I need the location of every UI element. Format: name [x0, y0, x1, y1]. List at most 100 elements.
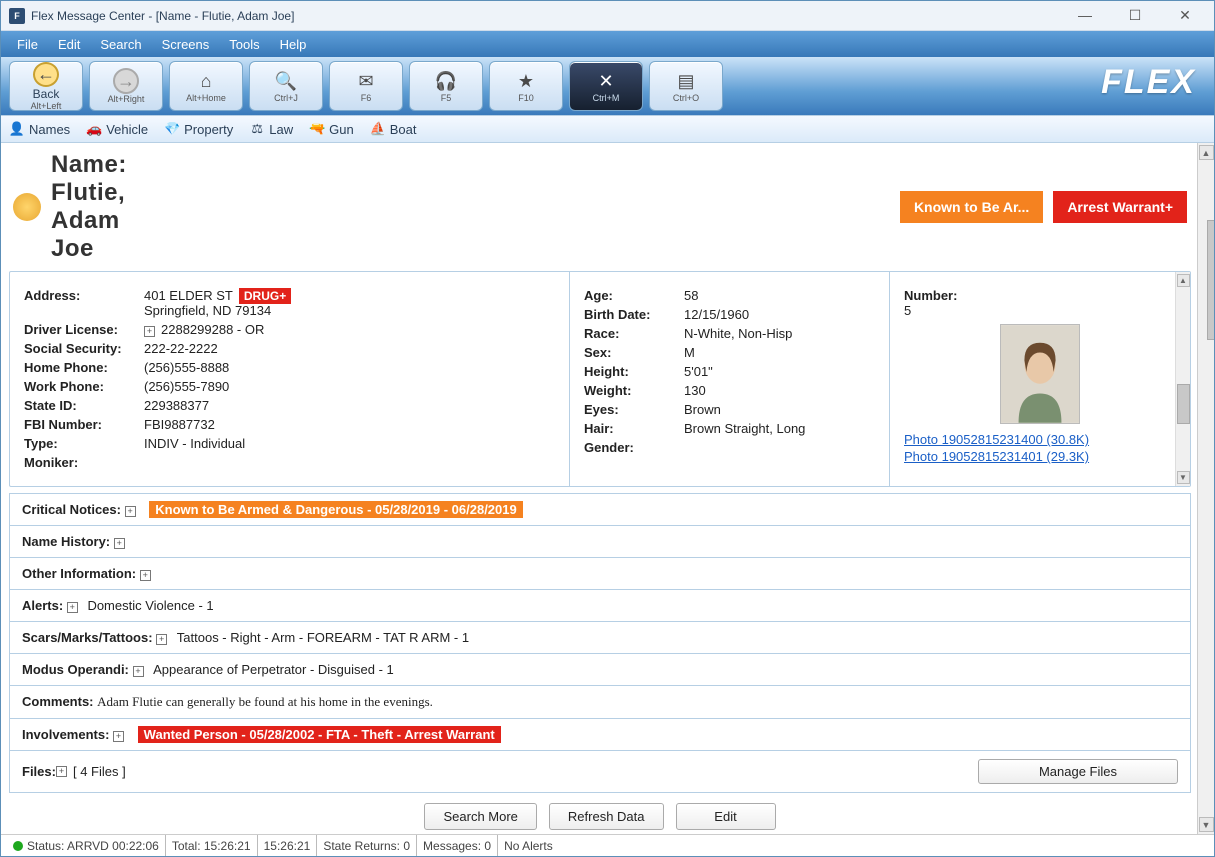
- search-more-button[interactable]: Search More: [424, 803, 536, 830]
- detail-sections: Critical Notices: + Known to Be Armed & …: [9, 493, 1191, 793]
- expand-icon[interactable]: +: [125, 506, 136, 517]
- expand-icon[interactable]: +: [114, 538, 125, 549]
- expand-icon[interactable]: +: [56, 766, 67, 777]
- toolbar-icon: →: [113, 68, 139, 94]
- content-inner: Name: Flutie, Adam Joe Known to Be Ar...…: [1, 143, 1197, 834]
- scroll-up-icon[interactable]: ▲: [1199, 145, 1214, 160]
- property-icon: 💎: [164, 121, 180, 137]
- toolbar-icon: ★: [514, 69, 538, 93]
- category-toolbar: 👤Names 🚗Vehicle 💎Property ⚖Law 🔫Gun ⛵Boat: [1, 115, 1214, 143]
- section-modus-operandi: Modus Operandi: + Appearance of Perpetra…: [9, 654, 1191, 686]
- identity-row: State ID:229388377: [24, 398, 555, 413]
- identity-row: Social Security:222-22-2222: [24, 341, 555, 356]
- toolbar-button-f6[interactable]: ✉F6: [329, 61, 403, 111]
- scroll-thumb[interactable]: [1207, 220, 1214, 340]
- toolbar-button-ctrl-j[interactable]: 🔍Ctrl+J: [249, 61, 323, 111]
- main-scrollbar[interactable]: ▲ ▼: [1197, 143, 1214, 834]
- toolbar-button-ctrl-o[interactable]: ▤Ctrl+O: [649, 61, 723, 111]
- toolbar-button-alt-right[interactable]: →Alt+Right: [89, 61, 163, 111]
- page-title: Name: Flutie, Adam Joe: [51, 151, 127, 263]
- refresh-data-button[interactable]: Refresh Data: [549, 803, 664, 830]
- scroll-thumb[interactable]: [1177, 384, 1190, 424]
- category-names[interactable]: 👤Names: [9, 121, 70, 137]
- panel-identity: Address:401 ELDER STDRUG+Springfield, ND…: [10, 272, 570, 486]
- photo-panel-scrollbar[interactable]: ▲ ▼: [1175, 272, 1190, 486]
- category-boat[interactable]: ⛵Boat: [370, 121, 417, 137]
- vehicle-icon: 🚗: [86, 121, 102, 137]
- category-law[interactable]: ⚖Law: [249, 121, 293, 137]
- photo-link-1[interactable]: Photo 19052815231400 (30.8K): [904, 432, 1176, 447]
- statusbar: Status: ARRVD 00:22:06 Total: 15:26:21 1…: [1, 834, 1214, 856]
- menu-search[interactable]: Search: [100, 37, 141, 52]
- physical-row: Eyes:Brown: [584, 402, 875, 417]
- category-property[interactable]: 💎Property: [164, 121, 233, 137]
- window-controls: — ☐ ✕: [1070, 7, 1206, 24]
- panel-photos: Number: 5 Photo 19052815231400 (30.8K) P…: [890, 272, 1190, 486]
- info-panels: Address:401 ELDER STDRUG+Springfield, ND…: [9, 271, 1191, 487]
- toolbar-icon: ⌂: [194, 69, 218, 93]
- toolbar-button-back[interactable]: ←BackAlt+Left: [9, 61, 83, 111]
- status-total: Total: 15:26:21: [166, 835, 258, 856]
- names-icon: 👤: [9, 121, 25, 137]
- physical-row: Height:5'01": [584, 364, 875, 379]
- scroll-down-icon[interactable]: ▼: [1177, 471, 1190, 484]
- known-armed-badge[interactable]: Known to Be Ar...: [900, 191, 1043, 223]
- law-icon: ⚖: [249, 121, 265, 137]
- edit-button[interactable]: Edit: [676, 803, 776, 830]
- brand-logo: FLEX: [1101, 63, 1196, 102]
- status-dot-icon: [13, 841, 23, 851]
- app-window: F Flex Message Center - [Name - Flutie, …: [0, 0, 1215, 857]
- menu-screens[interactable]: Screens: [162, 37, 210, 52]
- minimize-button[interactable]: —: [1070, 7, 1100, 24]
- menu-help[interactable]: Help: [280, 37, 307, 52]
- photo-link-2[interactable]: Photo 19052815231401 (29.3K): [904, 449, 1176, 464]
- number-label: Number:: [904, 288, 1024, 303]
- drug-tag: DRUG+: [239, 288, 291, 304]
- toolbar-button-alt-home[interactable]: ⌂Alt+Home: [169, 61, 243, 111]
- scroll-up-icon[interactable]: ▲: [1177, 274, 1190, 287]
- maximize-button[interactable]: ☐: [1120, 7, 1150, 24]
- toolbar-icon: ←: [33, 62, 59, 87]
- identity-row: Home Phone:(256)555-8888: [24, 360, 555, 375]
- section-involvements: Involvements: + Wanted Person - 05/28/20…: [9, 719, 1191, 751]
- expand-icon[interactable]: +: [133, 666, 144, 677]
- identity-row: Driver License:+2288299288 - OR: [24, 322, 555, 337]
- window-title: Flex Message Center - [Name - Flutie, Ad…: [31, 9, 1070, 23]
- app-icon: F: [9, 8, 25, 24]
- physical-row: Race:N-White, Non-Hisp: [584, 326, 875, 341]
- identity-row: Work Phone:(256)555-7890: [24, 379, 555, 394]
- menubar: File Edit Search Screens Tools Help: [1, 31, 1214, 57]
- manage-files-button[interactable]: Manage Files: [978, 759, 1178, 784]
- expand-icon[interactable]: +: [156, 634, 167, 645]
- toolbar-icon: ✕: [594, 69, 618, 93]
- menu-tools[interactable]: Tools: [229, 37, 259, 52]
- identity-row: Type:INDIV - Individual: [24, 436, 555, 451]
- toolbar-button-f5[interactable]: 🎧F5: [409, 61, 483, 111]
- involvement-notice-tag: Wanted Person - 05/28/2002 - FTA - Theft…: [138, 726, 501, 743]
- boat-icon: ⛵: [370, 121, 386, 137]
- toolbar-button-f10[interactable]: ★F10: [489, 61, 563, 111]
- toolbar-icon: ✉: [354, 69, 378, 93]
- expand-icon[interactable]: +: [144, 326, 155, 337]
- category-gun[interactable]: 🔫Gun: [309, 121, 354, 137]
- arrest-warrant-badge[interactable]: Arrest Warrant+: [1053, 191, 1187, 223]
- section-name-history: Name History: +: [9, 526, 1191, 558]
- status-messages: Messages: 0: [417, 835, 498, 856]
- expand-icon[interactable]: +: [140, 570, 151, 581]
- physical-row: Age:58: [584, 288, 875, 303]
- expand-icon[interactable]: +: [67, 602, 78, 613]
- expand-icon[interactable]: +: [113, 731, 124, 742]
- physical-row: Sex:M: [584, 345, 875, 360]
- action-buttons: Search More Refresh Data Edit: [9, 793, 1191, 834]
- menu-file[interactable]: File: [17, 37, 38, 52]
- identity-row: Moniker:: [24, 455, 555, 470]
- close-button[interactable]: ✕: [1170, 7, 1200, 24]
- scroll-down-icon[interactable]: ▼: [1199, 817, 1214, 832]
- toolbar-button-ctrl-m[interactable]: ✕Ctrl+M: [569, 61, 643, 111]
- mugshot-photo[interactable]: [1000, 324, 1080, 424]
- menu-edit[interactable]: Edit: [58, 37, 80, 52]
- section-other-information: Other Information: +: [9, 558, 1191, 590]
- category-vehicle[interactable]: 🚗Vehicle: [86, 121, 148, 137]
- section-comments: Comments: Adam Flutie can generally be f…: [9, 686, 1191, 719]
- status-connection: Status: ARRVD 00:22:06: [7, 835, 166, 856]
